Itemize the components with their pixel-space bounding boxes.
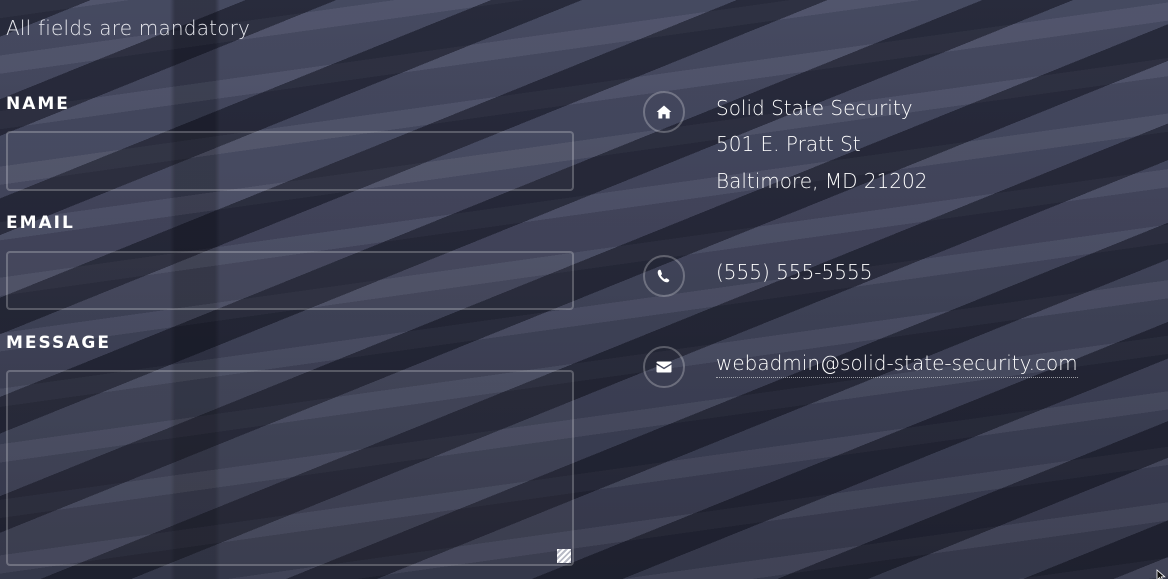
email-input[interactable] [6,251,574,310]
envelope-icon [643,346,685,388]
email-label: EMAIL [6,213,75,233]
phone-number: (555) 555-5555 [716,260,873,284]
mouse-cursor-icon [1156,568,1168,579]
address-line-city: Baltimore, MD 21202 [716,169,928,193]
name-input[interactable] [6,131,574,191]
home-icon [643,91,685,133]
message-textarea[interactable] [6,370,574,566]
email-link[interactable]: webadmin@solid-state-security.com [716,351,1078,378]
phone-icon [643,255,685,297]
mandatory-note: All fields are mandatory [6,16,251,40]
name-label: NAME [6,94,70,114]
email-link-container: webadmin@solid-state-security.com [716,351,1078,378]
message-label: MESSAGE [6,333,111,353]
address-line-company: Solid State Security [716,96,913,120]
resize-handle[interactable] [557,549,571,563]
address-line-street: 501 E. Pratt St [716,132,861,156]
